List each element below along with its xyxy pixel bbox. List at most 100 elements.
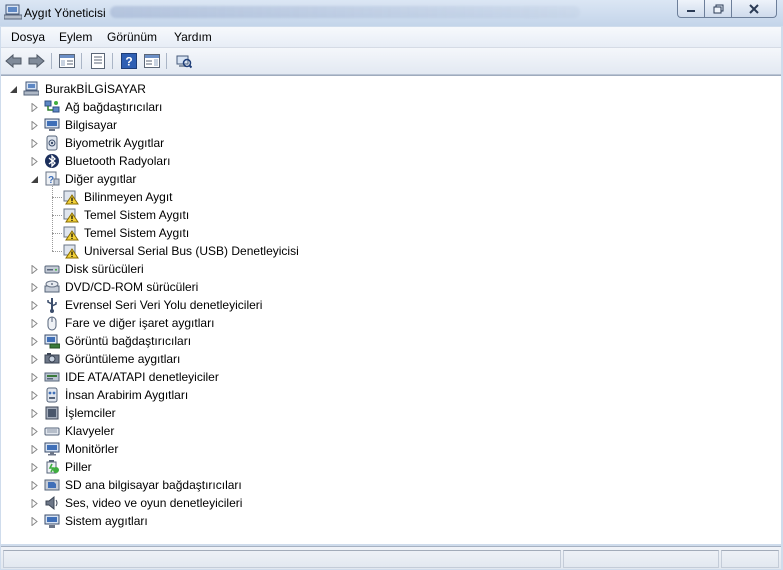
expanded-arrow-icon[interactable] xyxy=(30,175,39,184)
tree-category-label[interactable]: Görüntü bağdaştırıcıları xyxy=(65,333,191,349)
tree-category-label[interactable]: İnsan Arabirim Aygıtları xyxy=(65,387,188,403)
collapsed-arrow-icon[interactable] xyxy=(30,391,39,400)
tree-device-label[interactable]: Universal Serial Bus (USB) Denetleyicisi xyxy=(84,243,299,259)
arrow-right-icon xyxy=(28,54,45,68)
status-segment-3 xyxy=(721,550,779,568)
menu-file[interactable]: Dosya xyxy=(11,30,45,44)
arrow-left-icon xyxy=(5,54,22,68)
help-button[interactable]: ? xyxy=(120,52,138,70)
expanded-arrow-icon[interactable] xyxy=(9,85,18,94)
fingerprint-icon xyxy=(46,135,58,151)
tree-category-label[interactable]: IDE ATA/ATAPI denetleyiciler xyxy=(65,369,219,385)
mouse-icon xyxy=(47,316,57,331)
tree-category-label[interactable]: Fare ve diğer işaret aygıtları xyxy=(65,315,214,331)
maximize-button[interactable] xyxy=(705,0,732,18)
usb-controller-icon xyxy=(47,298,57,313)
collapsed-arrow-icon[interactable] xyxy=(30,157,39,166)
warning-device-icon xyxy=(63,226,79,241)
window-title: Aygıt Yöneticisi xyxy=(24,6,106,20)
speaker-icon xyxy=(45,495,58,511)
status-bar xyxy=(1,546,781,569)
tree-category-label[interactable]: SD ana bilgisayar bağdaştırıcıları xyxy=(65,477,242,493)
warning-device-icon xyxy=(63,208,79,223)
show-hide-console-tree-button[interactable] xyxy=(58,52,76,70)
collapsed-arrow-icon[interactable] xyxy=(30,481,39,490)
tree-category-label[interactable]: Sistem aygıtları xyxy=(65,513,148,529)
monitor-icon xyxy=(44,442,60,456)
forward-button[interactable] xyxy=(27,52,45,70)
collapsed-arrow-icon[interactable] xyxy=(30,445,39,454)
properties-icon xyxy=(91,53,105,69)
tree-connector-line xyxy=(52,251,62,252)
battery-icon xyxy=(46,460,59,474)
tree-category-label[interactable]: Biyometrik Aygıtlar xyxy=(65,135,164,151)
tree-device-label[interactable]: Temel Sistem Aygıtı xyxy=(84,225,189,241)
menu-view[interactable]: Görünüm xyxy=(107,30,157,44)
close-icon xyxy=(749,3,759,14)
restore-icon xyxy=(713,4,723,13)
computer-icon xyxy=(44,118,60,131)
back-button[interactable] xyxy=(5,52,23,70)
collapsed-arrow-icon[interactable] xyxy=(30,301,39,310)
system-device-icon xyxy=(44,514,60,528)
tree-connector-line xyxy=(52,197,62,198)
menu-help[interactable]: Yardım xyxy=(174,30,212,44)
collapsed-arrow-icon[interactable] xyxy=(30,517,39,526)
collapsed-arrow-icon[interactable] xyxy=(30,463,39,472)
collapsed-arrow-icon[interactable] xyxy=(30,337,39,346)
collapsed-arrow-icon[interactable] xyxy=(30,319,39,328)
help-icon: ? xyxy=(121,53,137,69)
collapsed-arrow-icon[interactable] xyxy=(30,499,39,508)
collapsed-arrow-icon[interactable] xyxy=(30,409,39,418)
toolbar-separator xyxy=(112,53,113,69)
dvd-drive-icon xyxy=(44,280,60,293)
tree-category-label[interactable]: Ağ bağdaştırıcıları xyxy=(65,99,162,115)
warning-device-icon xyxy=(63,244,79,259)
device-tree[interactable]: BurakBİLGİSAYAR Ağ bağdaştırıcıları Bilgis… xyxy=(1,75,781,544)
collapsed-arrow-icon[interactable] xyxy=(30,265,39,274)
tree-category-label[interactable]: Bluetooth Radyoları xyxy=(65,153,170,169)
console-tree-icon xyxy=(59,54,75,68)
collapsed-arrow-icon[interactable] xyxy=(30,373,39,382)
tree-category-label[interactable]: Klavyeler xyxy=(65,423,114,439)
imaging-device-icon xyxy=(44,353,60,364)
tree-device-label[interactable]: Temel Sistem Aygıtı xyxy=(84,207,189,223)
scan-hardware-button[interactable] xyxy=(175,52,193,70)
display-adapter-icon xyxy=(44,334,60,349)
collapsed-arrow-icon[interactable] xyxy=(30,355,39,364)
keyboard-icon xyxy=(44,427,60,436)
tree-category-label[interactable]: Diğer aygıtlar xyxy=(65,171,136,187)
status-segment-main xyxy=(3,550,561,568)
minimize-button[interactable] xyxy=(677,0,705,18)
tree-category-label[interactable]: Görüntüleme aygıtları xyxy=(65,351,180,367)
processor-icon xyxy=(45,406,59,420)
svg-text:?: ? xyxy=(125,55,132,69)
collapsed-arrow-icon[interactable] xyxy=(30,139,39,148)
hid-icon xyxy=(46,387,58,403)
tree-connector-line xyxy=(52,233,62,234)
tree-category-label[interactable]: Disk sürücüleri xyxy=(65,261,144,277)
collapsed-arrow-icon[interactable] xyxy=(30,427,39,436)
tree-category-label[interactable]: Ses, video ve oyun denetleyicileri xyxy=(65,495,242,511)
collapsed-arrow-icon[interactable] xyxy=(30,103,39,112)
bluetooth-icon xyxy=(45,154,59,168)
collapsed-arrow-icon[interactable] xyxy=(30,121,39,130)
disk-drive-icon xyxy=(44,265,60,274)
blurred-background-region xyxy=(110,6,580,18)
tree-device-label[interactable]: Bilinmeyen Aygıt xyxy=(84,189,173,205)
tree-category-label[interactable]: Bilgisayar xyxy=(65,117,117,133)
scan-hardware-icon xyxy=(176,55,192,69)
close-button[interactable] xyxy=(732,0,777,18)
tree-category-label[interactable]: İşlemciler xyxy=(65,405,116,421)
menu-action[interactable]: Eylem xyxy=(59,30,92,44)
action-pane-button[interactable] xyxy=(143,52,161,70)
properties-button[interactable] xyxy=(89,52,107,70)
tree-root-label[interactable]: BurakBİLGİSAYAR xyxy=(45,81,146,97)
root-computer-icon xyxy=(23,81,39,96)
tree-category-label[interactable]: DVD/CD-ROM sürücüleri xyxy=(65,279,198,295)
tree-category-label[interactable]: Piller xyxy=(65,459,92,475)
collapsed-arrow-icon[interactable] xyxy=(30,283,39,292)
tree-category-label[interactable]: Monitörler xyxy=(65,441,118,457)
title-bar[interactable]: Aygıt Yöneticisi xyxy=(0,0,783,26)
tree-category-label[interactable]: Evrensel Seri Veri Yolu denetleyicileri xyxy=(65,297,262,313)
